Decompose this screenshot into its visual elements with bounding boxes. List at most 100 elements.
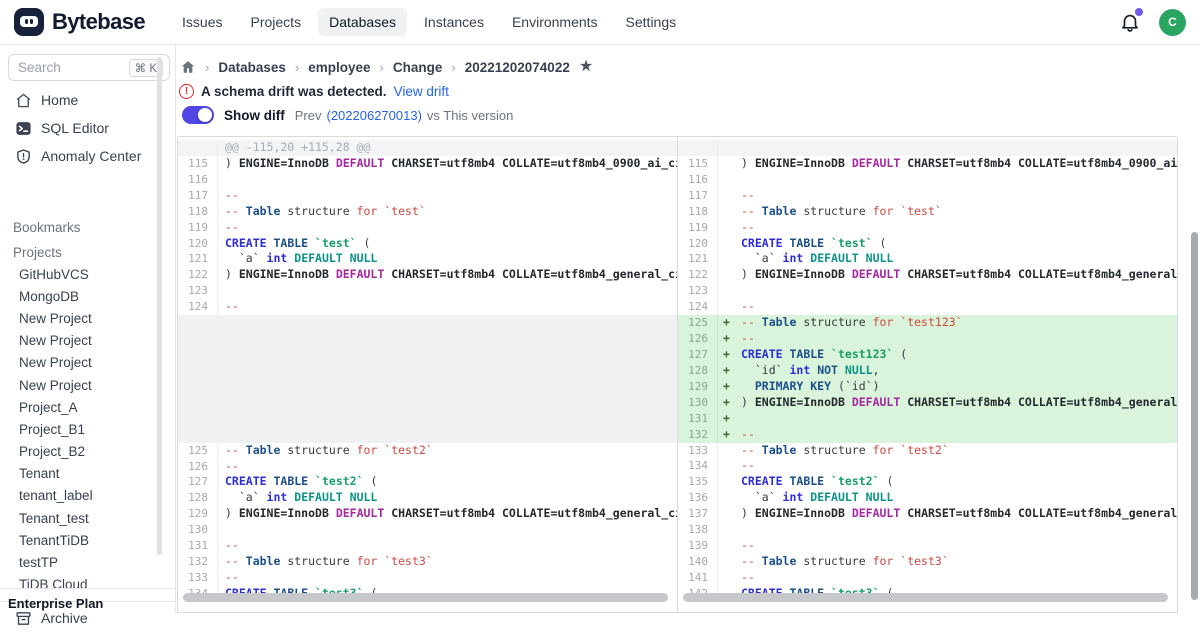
- nav-item-settings[interactable]: Settings: [615, 8, 688, 36]
- diff-line: 123: [178, 283, 677, 299]
- line-number: 126: [678, 331, 718, 347]
- code-text: --: [734, 299, 1177, 315]
- line-number: 119: [678, 220, 718, 236]
- sidebar-project-item[interactable]: New Project: [0, 307, 160, 329]
- diff-line: 115) ENGINE=InnoDB DEFAULT CHARSET=utf8m…: [678, 156, 1177, 172]
- sidebar-project-item[interactable]: Project_B1: [0, 418, 160, 440]
- prev-version-link[interactable]: (202206270013): [326, 108, 421, 123]
- breadcrumb-item[interactable]: 20221202074022: [465, 60, 570, 75]
- sidebar-project-item[interactable]: tenant_label: [0, 485, 160, 507]
- line-number: 135: [678, 474, 718, 490]
- sidebar-project-item[interactable]: testTP: [0, 551, 160, 573]
- nav-item-projects[interactable]: Projects: [240, 8, 313, 36]
- code-text: -- Table structure for `test3`: [734, 554, 1177, 570]
- line-number: 118: [178, 204, 218, 220]
- page-scrollbar[interactable]: [1191, 232, 1198, 600]
- notifications-button[interactable]: [1119, 11, 1141, 33]
- home-icon[interactable]: [180, 59, 196, 75]
- diff-line: 126--: [178, 459, 677, 475]
- sidebar-project-item[interactable]: TiDB Cloud: [0, 574, 160, 596]
- code-text: -- Table structure for `test2`: [218, 443, 677, 459]
- code-text: --: [734, 570, 1177, 586]
- diff-line: 127+CREATE TABLE `test123` (: [678, 347, 1177, 363]
- code-text: `a` int DEFAULT NULL: [734, 490, 1177, 506]
- search-input[interactable]: Search ⌘ K: [8, 54, 170, 81]
- view-drift-link[interactable]: View drift: [394, 84, 449, 99]
- sidebar-item-home[interactable]: Home: [0, 86, 160, 114]
- diff-line: 130+) ENGINE=InnoDB DEFAULT CHARSET=utf8…: [678, 395, 1177, 411]
- sidebar-project-item[interactable]: New Project: [0, 374, 160, 396]
- line-number: 124: [678, 299, 718, 315]
- home-icon: [15, 92, 32, 109]
- diff-line-prefix: [718, 522, 734, 538]
- horizontal-scrollbar[interactable]: [683, 593, 1168, 602]
- drift-message: A schema drift was detected.: [201, 84, 387, 99]
- sidebar-project-item[interactable]: Project_A: [0, 396, 160, 418]
- bytebase-logo[interactable]: Bytebase: [0, 8, 145, 36]
- diff-line: 118 -- Table structure for `test`: [678, 204, 1177, 220]
- diff-pane-current[interactable]: 115) ENGINE=InnoDB DEFAULT CHARSET=utf8m…: [677, 137, 1177, 612]
- search-placeholder: Search: [18, 60, 129, 75]
- nav-item-issues[interactable]: Issues: [171, 8, 233, 36]
- nav-item-databases[interactable]: Databases: [318, 8, 407, 36]
- sidebar-project-item[interactable]: Project_B2: [0, 441, 160, 463]
- diff-line: 133-- Table structure for `test2`: [678, 443, 1177, 459]
- diff-pane-previous[interactable]: @@ -115,20 +115,28 @@115) ENGINE=InnoDB …: [178, 137, 677, 612]
- diff-line-prefix: [718, 474, 734, 490]
- sidebar-project-item[interactable]: MongoDB: [0, 285, 160, 307]
- diff-line-prefix: [718, 188, 734, 204]
- code-text: [734, 283, 1177, 299]
- line-number: [178, 140, 218, 156]
- sidebar-project-item[interactable]: GitHubVCS: [0, 263, 160, 285]
- hunk-header-text: [718, 140, 1177, 156]
- code-text: --: [218, 299, 677, 315]
- breadcrumb-separator: ›: [380, 60, 384, 75]
- schema-diff-viewer: @@ -115,20 +115,28 @@115) ENGINE=InnoDB …: [177, 136, 1178, 613]
- code-text: [218, 283, 677, 299]
- bookmark-star-icon[interactable]: ★: [579, 59, 593, 75]
- sidebar-project-item[interactable]: New Project: [0, 352, 160, 374]
- code-text: [734, 172, 1177, 188]
- sidebar-project-item[interactable]: Tenant_test: [0, 507, 160, 529]
- show-diff-toggle[interactable]: [182, 106, 214, 124]
- sidebar-project-item[interactable]: New Project: [0, 330, 160, 352]
- diff-line-prefix: [718, 204, 734, 220]
- diff-line-prefix: [718, 458, 734, 474]
- line-number: 133: [678, 443, 718, 459]
- nav-item-environments[interactable]: Environments: [501, 8, 609, 36]
- code-text: -- Table structure for `test3`: [218, 554, 677, 570]
- sidebar-scrollbar[interactable]: [157, 57, 162, 555]
- sidebar-project-item[interactable]: Tenant: [0, 463, 160, 485]
- diff-line-prefix: [718, 251, 734, 267]
- sidebar-project-item[interactable]: TenantTiDB: [0, 529, 160, 551]
- horizontal-scrollbar[interactable]: [183, 593, 668, 602]
- bytebase-logo-icon: [14, 8, 44, 36]
- diff-line: 128 `a` int DEFAULT NULL: [178, 490, 677, 506]
- diff-line: 140-- Table structure for `test3`: [678, 554, 1177, 570]
- code-text: `id` int NOT NULL,: [734, 363, 1177, 379]
- line-number: 115: [178, 156, 218, 172]
- code-text: [734, 411, 1177, 427]
- diff-line-prefix: [718, 554, 734, 570]
- avatar[interactable]: C: [1159, 9, 1186, 36]
- sidebar-item-sql-editor[interactable]: SQL Editor: [0, 114, 160, 142]
- code-text: --: [218, 570, 677, 586]
- breadcrumb-item[interactable]: employee: [308, 60, 370, 75]
- breadcrumb-item[interactable]: Change: [393, 60, 443, 75]
- nav-item-instances[interactable]: Instances: [413, 8, 495, 36]
- line-number: 116: [178, 172, 218, 188]
- diff-line: 137) ENGINE=InnoDB DEFAULT CHARSET=utf8m…: [678, 506, 1177, 522]
- sidebar-item-anomaly-center[interactable]: Anomaly Center: [0, 142, 160, 170]
- line-number: 120: [178, 236, 218, 252]
- diff-line: 123: [678, 283, 1177, 299]
- code-text: `a` int DEFAULT NULL: [218, 490, 677, 506]
- code-text: -- Table structure for `test`: [734, 204, 1177, 220]
- diff-line: 131+: [678, 411, 1177, 427]
- notification-dot: [1135, 8, 1143, 16]
- diff-line: 141--: [678, 570, 1177, 586]
- breadcrumb-items: ›Databases›employee›Change›2022120207402…: [205, 60, 570, 75]
- breadcrumb-item[interactable]: Databases: [218, 60, 286, 75]
- diff-line-prefix: +: [718, 363, 734, 379]
- line-number: 118: [678, 204, 718, 220]
- diff-line-prefix: [718, 299, 734, 315]
